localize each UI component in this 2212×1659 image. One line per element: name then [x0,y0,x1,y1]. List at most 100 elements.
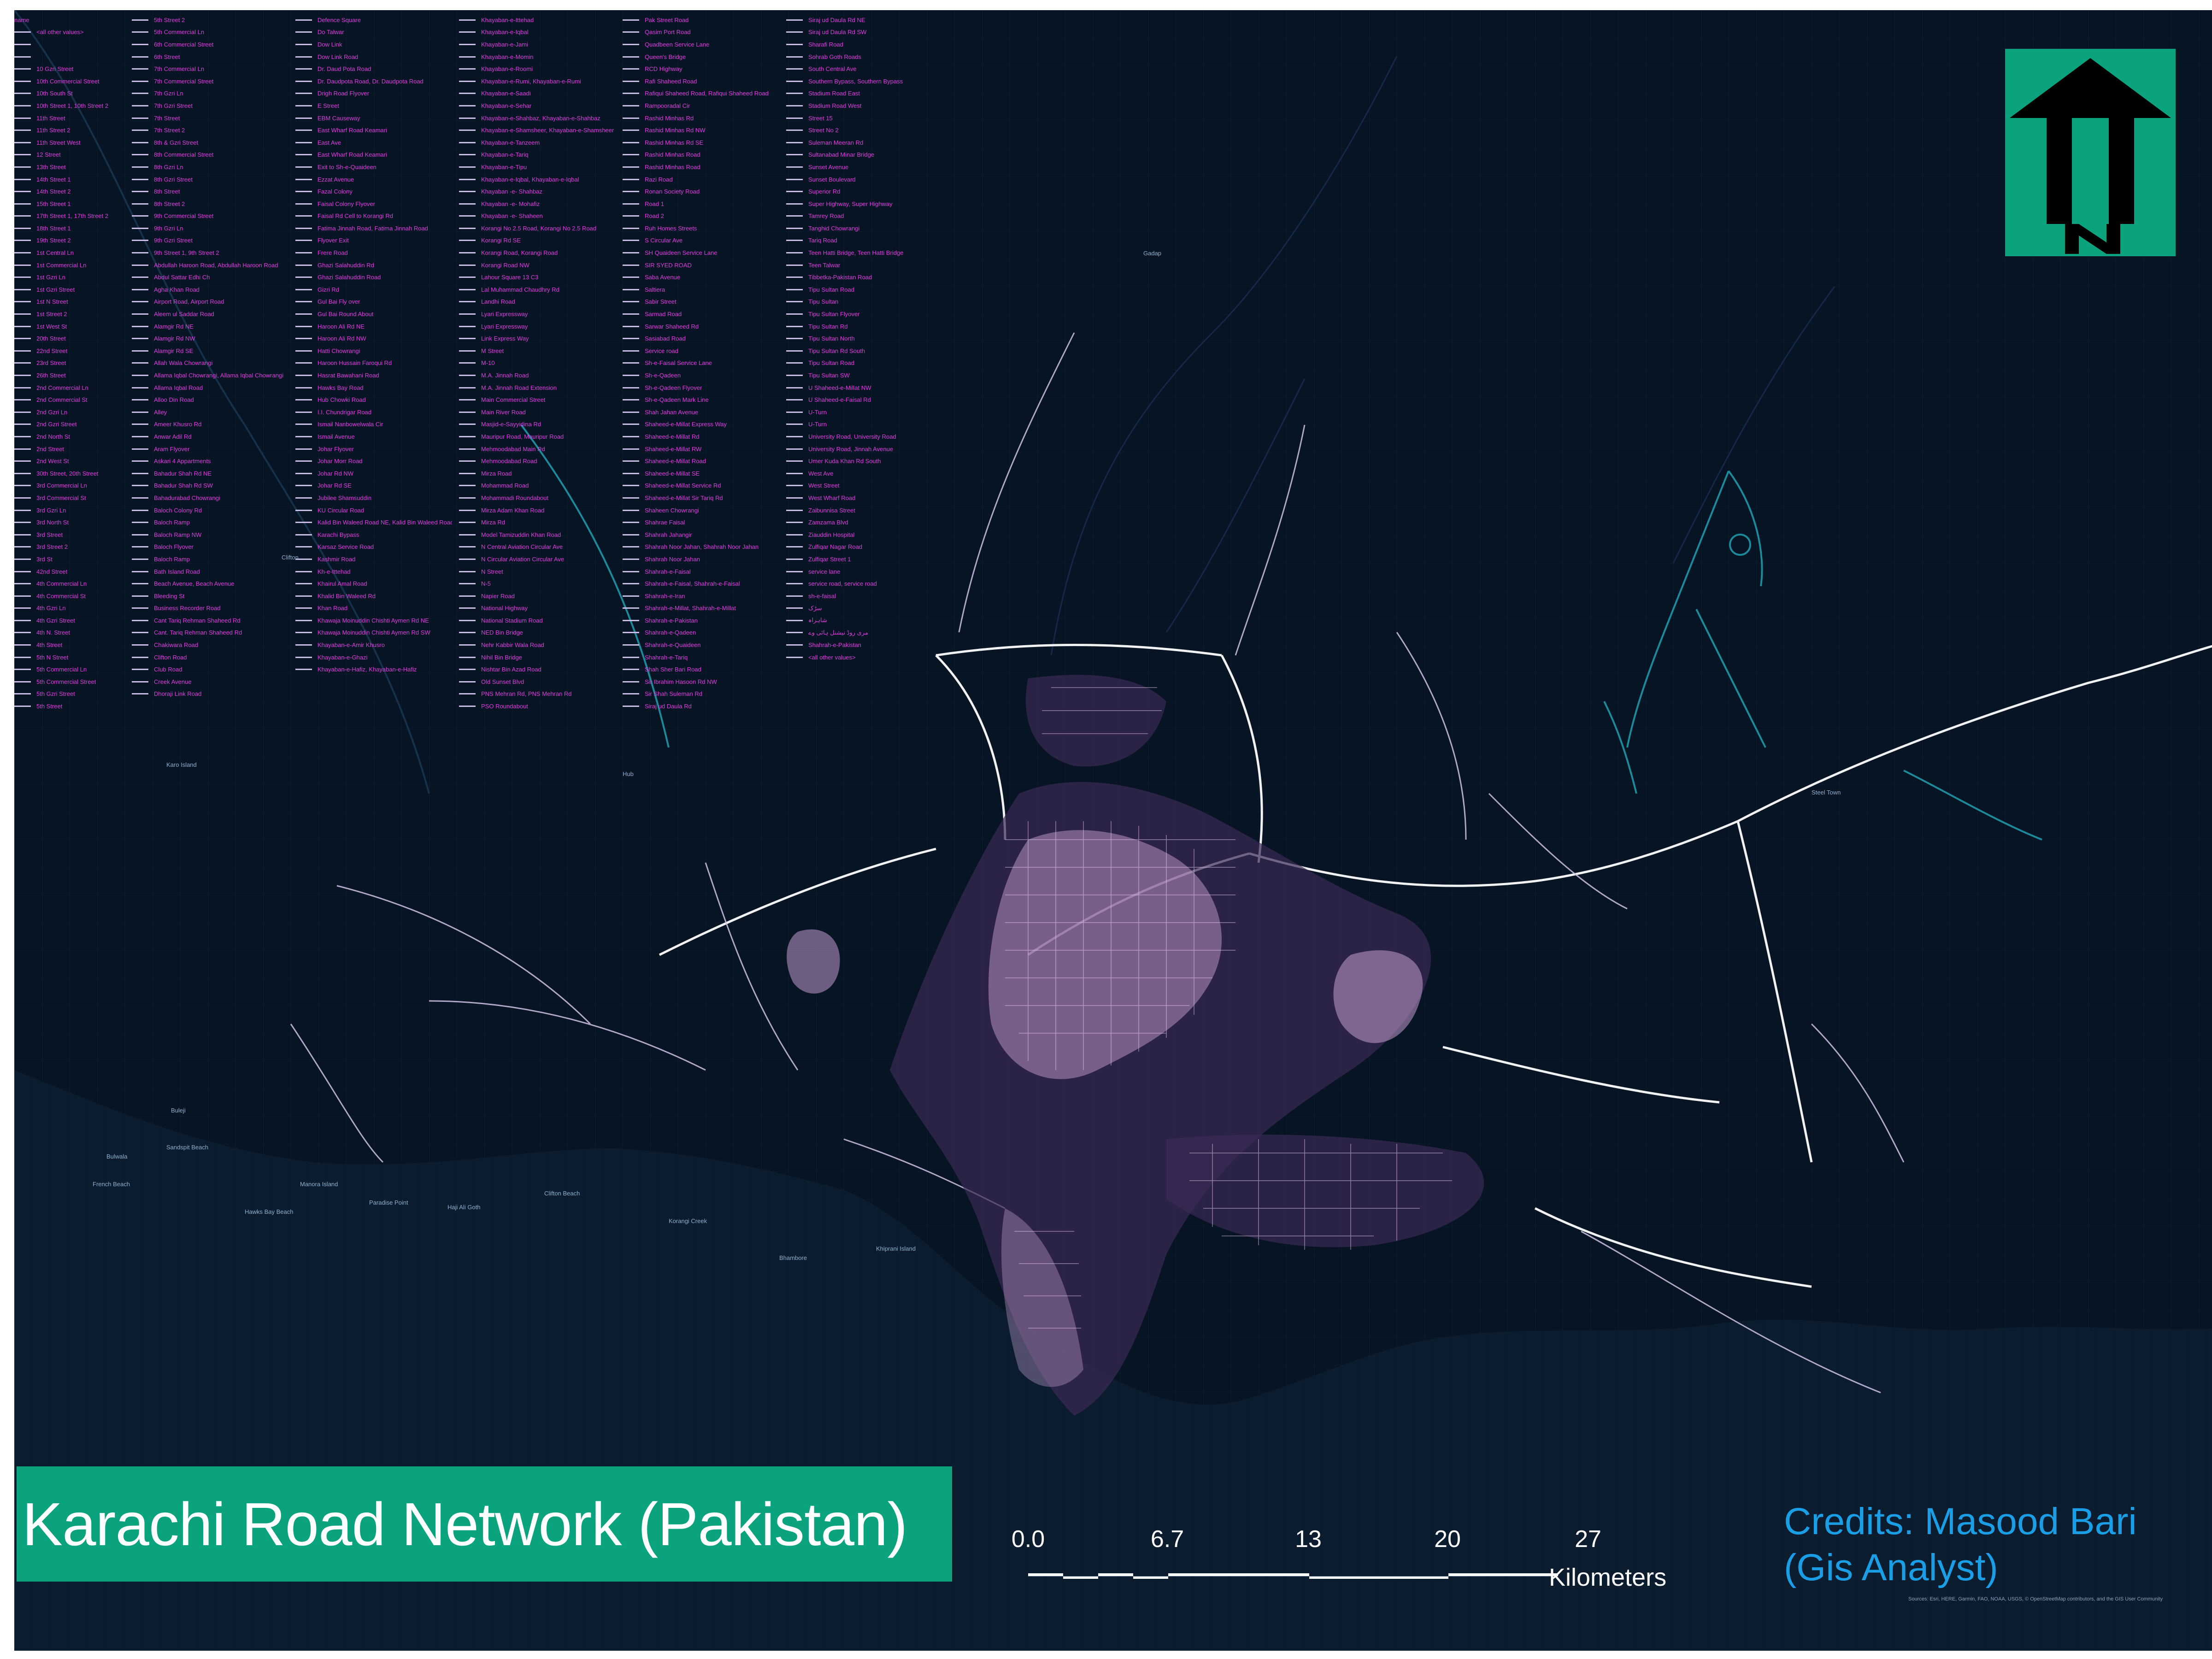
legend-label: Shaheed-e-Millat Service Rd [645,482,721,489]
legend-swatch [623,105,639,106]
legend-label: Tipu Sultan Flyover [808,311,860,318]
legend-label: Sunset Avenue [808,163,849,171]
legend-item: U-Turn [786,418,943,431]
legend-label: 10th Street 1, 10th Street 2 [36,102,109,109]
legend-item: 8th Street [132,185,288,198]
legend-item: Sh-e-Faisal Service Lane [623,357,779,370]
legend-label: Rashid Minhas Road [645,163,700,171]
legend-label: Haroon Ali Rd NW [318,335,366,342]
legend-item: Shahrah-e-Quaideen [623,639,779,651]
legend-swatch [14,288,31,290]
legend-swatch [132,117,148,119]
legend-item: Tipu Sultan [786,296,943,308]
legend-label: 5th N Street [36,653,69,661]
legend-item: Baloch Ramp [132,553,288,565]
legend-label: Alamgir Rd NE [154,323,194,330]
legend-swatch [14,154,31,156]
legend-swatch [786,362,803,364]
legend-swatch [623,240,639,241]
legend-item: Siraj ud Daula Rd [623,700,779,712]
legend-label: Alloo Din Road [154,396,194,404]
legend-swatch [786,583,803,585]
credits: Credits: Masood Bari (Gis Analyst) [1784,1499,2137,1591]
legend-swatch [295,117,312,119]
legend-swatch [14,178,31,180]
legend-label: Anwar Adil Rd [154,433,192,440]
legend-item: Rashid Minhas Rd SE [623,136,779,149]
legend-item: Siraj ud Daula Rd NE [786,14,943,26]
legend-swatch [623,93,639,94]
legend-item: Shahrah Noor Jahan, Shahrah Noor Jahan [623,541,779,553]
legend-item: Korangi No 2.5 Road, Korangi No 2.5 Road [459,222,616,235]
legend-item: Main Commercial Street [459,394,616,406]
legend-label: Kh-e-Ittehad [318,568,351,575]
legend-item: East Ave [295,136,452,149]
legend-label: 6th Commercial Street [154,41,214,48]
legend-swatch [132,56,148,58]
legend-item: Cant. Tariq Rehman Shaheed Rd [132,627,288,639]
legend-label: Mehmoodabad Main Rd [481,445,545,453]
legend-swatch [623,632,639,634]
place-label: Paradise Point [369,1199,408,1206]
legend-swatch [786,607,803,609]
legend-swatch [623,301,639,303]
legend-item: Shahrah-e-Pakistan [623,614,779,627]
legend-swatch [459,558,476,560]
legend-swatch [786,129,803,131]
legend-label: University Road, Jinnah Avenue [808,445,894,453]
legend-label: Sabir Street [645,298,677,306]
legend-label: 8th Commercial Street [154,151,214,159]
legend-item: Pak Street Road [623,14,779,26]
legend-swatch [623,656,639,658]
legend-swatch [459,325,476,327]
legend-label: 14th Street 1 [36,176,71,183]
legend-swatch [459,399,476,401]
legend-swatch [786,56,803,58]
legend-label: سڑک [808,604,822,612]
legend-label: Fatima Jinnah Road, Fatima Jinnah Road [318,224,428,232]
legend-label: Exit to Sh-e-Quaideen [318,163,377,171]
legend-swatch [295,534,312,535]
legend-item: Abdul Sattar Edhi Ch [132,271,288,283]
legend-swatch [459,56,476,58]
legend-label: EBM Causeway [318,114,360,122]
legend-swatch [14,571,31,572]
legend-item: 8th Gzri Street [132,173,288,186]
legend-swatch [14,362,31,364]
place-label: Steel Town [1812,789,1841,796]
legend-swatch [132,141,148,143]
legend-item: Southern Bypass, Southern Bypass [786,75,943,88]
legend-item: Flyover Exit [295,235,452,247]
legend-item: Shaheed-e-Millat Service Rd [623,480,779,492]
legend-label: Khayaban -e- Mohafiz [481,200,540,207]
legend-swatch [132,166,148,168]
legend-label: Kalid Bin Waleed Road NE, Kalid Bin Wale… [318,519,452,526]
legend-item: Sasiabad Road [623,332,779,345]
legend-label: Haroon Hussain Faroqui Rd [318,359,392,367]
legend-column-2: 5th Street 2 5th Commercial Ln 6th Commerc… [132,14,288,700]
legend-swatch [459,68,476,70]
legend-item: EBM Causeway [295,112,452,124]
legend-item: Ghazi Salahuddin Road [295,271,452,283]
legend-label: Pak Street Road [645,16,689,24]
legend-swatch [132,203,148,205]
legend-item: Frere Road [295,247,452,259]
legend-item: Alamgir Rd NW [132,332,288,345]
legend-swatch [14,338,31,340]
legend-label: Khayaban-e-Ghazi [318,653,368,661]
legend-swatch [623,362,639,364]
legend-label: 20th Street [36,335,66,342]
legend-swatch [14,583,31,585]
legend-swatch [14,387,31,388]
legend-label: Street No 2 [808,127,839,134]
legend-swatch [623,387,639,388]
legend-label: Khawaja Moinuddin Chishti Aymen Rd SW [318,629,430,636]
legend-swatch [786,435,803,437]
legend-swatch [132,325,148,327]
legend-item: 8th Gzri Ln [132,161,288,173]
legend-item: Sh-e-Qadeen Flyover [623,382,779,394]
legend-label: Sarmad Road [645,311,682,318]
legend-swatch [132,583,148,585]
legend-item: Zulfiqar Nagar Road [786,541,943,553]
legend-item: Mohammadi Roundabout [459,492,616,504]
